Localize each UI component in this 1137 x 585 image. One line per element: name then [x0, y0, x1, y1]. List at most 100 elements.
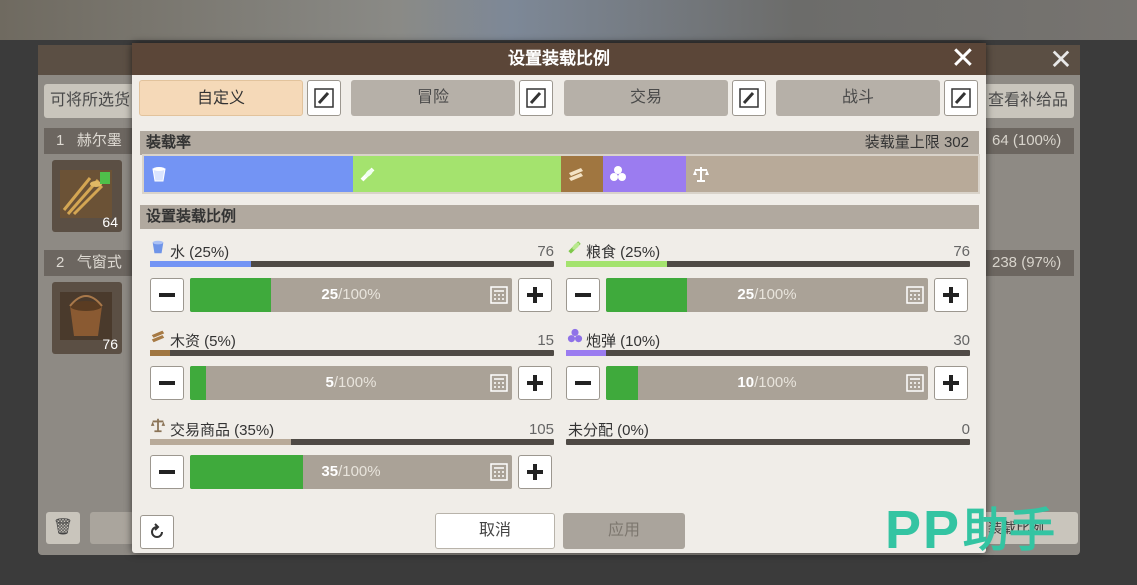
trade-decrease-button[interactable]	[150, 455, 184, 489]
minus-icon	[575, 381, 591, 385]
minus-icon	[159, 293, 175, 297]
minus-icon	[159, 381, 175, 385]
reset-button[interactable]	[140, 515, 174, 549]
ammo-amount: 30	[953, 332, 970, 349]
wood-slider[interactable]: 5/100%	[190, 366, 512, 400]
item-count: 64	[102, 214, 118, 230]
load-segment-water	[144, 156, 353, 192]
wood-decrease-button[interactable]	[150, 366, 184, 400]
preset-tab-adventure[interactable]: 冒险	[351, 80, 515, 116]
background-row-1-header: 1 赫尔墨	[44, 128, 136, 154]
load-segment-trade	[686, 156, 978, 192]
water-decrease-button[interactable]	[150, 278, 184, 312]
trade-name: 交易商品 (35%)	[170, 422, 275, 439]
background-filter-button[interactable]: 可将所选货	[44, 84, 136, 118]
ammo-slider-value: 10	[737, 374, 755, 391]
water-increase-button[interactable]	[518, 278, 552, 312]
set-ratio-header: 设置装载比例	[140, 205, 979, 229]
background-row-2-stat: 238 (97%)	[986, 250, 1074, 276]
edit-preset-battle-button[interactable]	[944, 80, 978, 116]
row-name: 气窗式	[76, 254, 122, 271]
trade-amount: 105	[528, 421, 554, 438]
ammo-increase-button[interactable]	[934, 366, 968, 400]
trade-increase-button[interactable]	[518, 455, 552, 489]
trade-slider-suffix: /100%	[338, 463, 381, 480]
food-name: 粮食 (25%)	[586, 244, 661, 261]
load-rate-header: 装载率 装载量上限 302	[140, 131, 979, 155]
background-grey-button[interactable]	[90, 512, 134, 544]
pencil-icon	[739, 88, 759, 108]
close-icon[interactable]: ✕	[946, 43, 980, 75]
wood-name: 木资 (5%)	[170, 333, 236, 350]
dialog-title: 设置装载比例	[132, 43, 986, 75]
reset-icon	[151, 523, 163, 538]
cannonball-icon	[567, 328, 583, 343]
edit-preset-adventure-button[interactable]	[519, 80, 553, 116]
calculator-icon[interactable]	[906, 286, 924, 304]
row-index: 1	[56, 132, 65, 149]
calculator-icon[interactable]	[490, 374, 508, 392]
bucket-icon	[60, 292, 112, 340]
water-slider-suffix: /100%	[338, 286, 381, 303]
calculator-icon[interactable]	[490, 286, 508, 304]
scales-icon	[150, 418, 166, 433]
water-name: 水 (25%)	[170, 244, 230, 261]
trade-slider[interactable]: 35/100%	[190, 455, 512, 489]
preset-tab-battle[interactable]: 战斗	[776, 80, 940, 116]
water-bucket-icon	[152, 167, 166, 182]
water-ratio-bar	[150, 261, 554, 267]
plus-icon	[527, 464, 543, 480]
food-grain-icon	[360, 167, 374, 182]
ammo-ratio-bar	[566, 350, 970, 356]
food-amount: 76	[953, 243, 970, 260]
background-row-2-header: 2 气窗式	[44, 250, 136, 276]
unallocated-name: 未分配 (0%)	[568, 422, 649, 439]
wood-ratio-bar	[150, 350, 554, 356]
preset-tab-trade[interactable]: 交易	[564, 80, 728, 116]
wood-slider-value: 5	[325, 374, 334, 391]
preset-tab-custom[interactable]: 自定义	[139, 80, 303, 116]
trade-ratio-fill	[150, 439, 292, 445]
load-rate-label: 装载率	[146, 134, 192, 151]
wood-planks-icon	[569, 168, 583, 181]
water-bucket-icon	[152, 240, 164, 254]
background-item-wheat[interactable]: 64	[52, 160, 122, 232]
food-increase-button[interactable]	[934, 278, 968, 312]
row-name: 赫尔墨	[76, 132, 122, 149]
background-row-1-stat: 64 (100%)	[986, 128, 1074, 154]
edit-preset-custom-button[interactable]	[307, 80, 341, 116]
apply-button[interactable]: 应用	[563, 513, 685, 549]
ammo-slider-suffix: /100%	[754, 374, 797, 391]
cancel-button[interactable]: 取消	[435, 513, 555, 549]
unallocated-ratio-bar	[566, 439, 970, 445]
trade-slider-value: 35	[321, 463, 339, 480]
edit-preset-trade-button[interactable]	[732, 80, 766, 116]
wood-planks-icon	[151, 330, 165, 343]
calculator-icon[interactable]	[490, 463, 508, 481]
wood-increase-button[interactable]	[518, 366, 552, 400]
load-ratio-dialog: 设置装载比例 ✕ 自定义 冒险 交易 战斗 装载率 装载量上限 302 设置装载…	[132, 43, 986, 553]
water-ratio-fill	[150, 261, 251, 267]
load-segment-wood	[561, 156, 603, 192]
watermark-cn: 助手	[963, 504, 1056, 556]
food-grain-icon	[568, 241, 581, 254]
food-ratio-bar	[566, 261, 970, 267]
food-slider[interactable]: 25/100%	[606, 278, 928, 312]
background-close-icon[interactable]: ✕	[1046, 45, 1076, 75]
background-item-bucket[interactable]: 76	[52, 282, 122, 354]
wood-amount: 15	[537, 332, 554, 349]
minus-icon	[159, 470, 175, 474]
pencil-icon	[951, 88, 971, 108]
background-supply-button[interactable]: 查看补给品	[982, 84, 1074, 118]
plus-icon	[943, 375, 959, 391]
ammo-slider[interactable]: 10/100%	[606, 366, 928, 400]
food-decrease-button[interactable]	[566, 278, 600, 312]
calculator-icon[interactable]	[906, 374, 924, 392]
game-top-strip	[0, 0, 1137, 40]
water-slider[interactable]: 25/100%	[190, 278, 512, 312]
food-slider-suffix: /100%	[754, 286, 797, 303]
wood-ratio-fill	[150, 350, 171, 356]
trash-icon[interactable]: 🗑	[46, 512, 80, 544]
plus-icon	[943, 287, 959, 303]
ammo-decrease-button[interactable]	[566, 366, 600, 400]
